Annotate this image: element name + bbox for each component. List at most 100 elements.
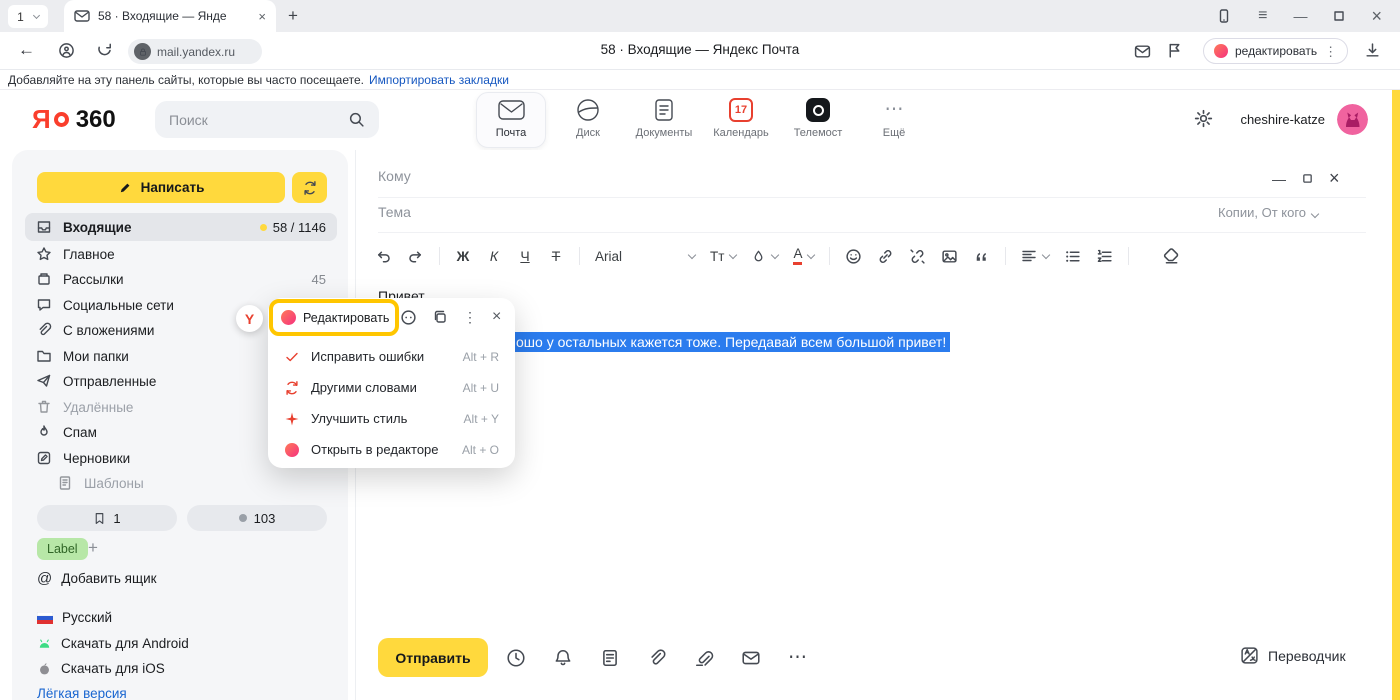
popup-close-icon[interactable]: × [492, 308, 501, 326]
edit-button-highlighted[interactable]: Редактировать [269, 299, 399, 336]
device-sync-icon[interactable] [1216, 8, 1232, 24]
mail-collector-icon[interactable] [1134, 43, 1151, 60]
popup-more-icon[interactable]: ⋮ [463, 309, 477, 326]
reload-icon[interactable] [96, 42, 113, 59]
tab-counter-button[interactable]: 1 [8, 5, 48, 28]
underline-button[interactable]: Ч [517, 248, 533, 264]
translator-button[interactable]: Переводчик [1240, 646, 1346, 665]
menu-item-open-in-editor[interactable]: Открыть в редакторе Alt + O [268, 434, 515, 465]
extension-label: редактировать [1235, 44, 1317, 58]
language-link[interactable]: Русский [37, 610, 112, 625]
app-label: Документы [626, 127, 702, 139]
undo-icon[interactable] [375, 248, 392, 265]
unread-pill-button[interactable]: 103 [187, 505, 327, 531]
window-maximize-button[interactable] [1333, 10, 1345, 22]
clear-format-eraser-icon[interactable] [1162, 247, 1180, 265]
compose-bottom-toolbar: ⋯ [506, 646, 807, 669]
unlink-icon[interactable] [909, 248, 926, 265]
strikethrough-button[interactable]: Т [548, 248, 564, 264]
app-more[interactable]: ⋯ Ещё [856, 98, 932, 139]
numbered-list-icon[interactable] [1096, 248, 1113, 265]
quote-icon[interactable] [973, 248, 990, 265]
add-mailbox-button[interactable]: @ Добавить ящик [37, 570, 157, 587]
editor-popup-menu: Исправить ошибки Alt + R Другими словами… [268, 341, 515, 465]
new-tab-button[interactable]: + [288, 7, 298, 24]
menu-item-improve-style[interactable]: Улучшить стиль Alt + Y [268, 403, 515, 434]
back-button[interactable]: ← [18, 40, 35, 60]
downloads-icon[interactable] [1364, 42, 1381, 59]
format-toolbar: Ж К Ч Т Arial Тт А [375, 240, 1180, 272]
align-icon [1021, 248, 1037, 264]
import-bookmarks-link[interactable]: Импортировать закладки [369, 73, 509, 87]
subject-field[interactable]: Тема [378, 204, 411, 220]
yandex-360-logo[interactable]: Я 360 [32, 104, 116, 135]
app-mail[interactable]: Почта [473, 98, 549, 139]
extension-more-icon[interactable]: ⋮ [1324, 45, 1337, 58]
user-name[interactable]: cheshire-katze [1215, 112, 1325, 127]
add-label-button[interactable]: + [88, 538, 98, 558]
align-button[interactable] [1021, 248, 1049, 264]
search-input[interactable]: Поиск [155, 101, 379, 138]
sidebar-item-main[interactable]: Главное [25, 241, 337, 267]
highlight-color-button[interactable] [751, 249, 778, 264]
bullet-list-icon[interactable] [1064, 248, 1081, 265]
compose-minimize-button[interactable]: — [1272, 171, 1286, 187]
sidebar-item-templates[interactable]: Шаблоны [25, 470, 337, 496]
menu-item-fix-errors[interactable]: Исправить ошибки Alt + R [268, 341, 515, 372]
compose-expand-button[interactable] [1302, 173, 1313, 184]
selected-text[interactable]: ошо у остальных кажется тоже. Передавай … [512, 332, 950, 352]
more-options-icon[interactable]: ⋯ [788, 646, 807, 669]
address-bar[interactable]: mail.yandex.ru [128, 39, 262, 64]
postcard-icon[interactable] [741, 648, 761, 668]
link-icon[interactable] [877, 248, 894, 265]
font-size-label: Тт [710, 249, 724, 264]
font-family-select[interactable]: Arial [595, 249, 695, 264]
notify-bell-icon[interactable] [553, 648, 573, 668]
font-size-select[interactable]: Тт [710, 249, 736, 264]
app-telemost[interactable]: Телемост [780, 98, 856, 139]
tab-close-icon[interactable]: × [258, 10, 266, 23]
lock-icon[interactable] [134, 43, 151, 60]
to-field[interactable]: Кому [378, 168, 411, 184]
menu-item-rephrase[interactable]: Другими словами Alt + U [268, 372, 515, 403]
app-disk[interactable]: Диск [550, 98, 626, 139]
browser-profile-icon[interactable] [58, 42, 75, 59]
italic-button[interactable]: К [486, 248, 502, 264]
app-calendar[interactable]: 17 Календарь [703, 98, 779, 139]
emoji-icon[interactable] [845, 248, 862, 265]
window-minimize-button[interactable]: — [1293, 9, 1307, 23]
window-close-button[interactable]: × [1371, 7, 1382, 25]
app-docs[interactable]: Документы [626, 98, 702, 139]
label-tag[interactable]: Label [37, 538, 88, 560]
settings-gear-button[interactable] [1194, 109, 1213, 128]
refresh-mail-button[interactable] [292, 172, 327, 203]
compose-close-button[interactable]: × [1329, 168, 1340, 189]
copy-icon[interactable] [432, 309, 448, 325]
insert-image-icon[interactable] [941, 248, 958, 265]
saved-pill-button[interactable]: 1 [37, 505, 177, 531]
attach-from-disk-icon[interactable] [694, 648, 714, 668]
send-button[interactable]: Отправить [378, 638, 488, 677]
attach-file-icon[interactable] [647, 648, 667, 668]
text-color-letter: А [793, 247, 802, 265]
ios-link[interactable]: Скачать для iOS [37, 661, 165, 676]
browser-menu-icon[interactable]: ≡ [1258, 8, 1267, 24]
editor-extension-button[interactable]: редактировать ⋮ [1203, 38, 1348, 64]
cc-from-toggle[interactable]: Копии, От кого [1218, 205, 1318, 220]
sidebar-item-inbox[interactable]: Входящие 58 / 1146 [25, 213, 337, 241]
browser-tab[interactable]: 58 · Входящие — Янде × [64, 0, 276, 32]
text-color-button[interactable]: А [793, 247, 814, 265]
android-link[interactable]: Скачать для Android [37, 636, 189, 651]
avatar[interactable] [1337, 104, 1368, 135]
compose-button[interactable]: Написать [37, 172, 285, 203]
bold-button[interactable]: Ж [455, 248, 471, 264]
redo-icon[interactable] [407, 248, 424, 265]
assistant-icon[interactable] [400, 309, 417, 326]
bookmark-flag-icon[interactable] [1166, 42, 1183, 59]
page-scrollbar[interactable] [1392, 90, 1400, 700]
editor-y-bubble[interactable]: Y [236, 305, 263, 332]
light-version-link[interactable]: Лёгкая версия [37, 686, 127, 700]
schedule-clock-icon[interactable] [506, 648, 526, 668]
survey-icon[interactable] [600, 648, 620, 668]
sidebar-item-newsletters[interactable]: Рассылки 45 [25, 266, 337, 292]
